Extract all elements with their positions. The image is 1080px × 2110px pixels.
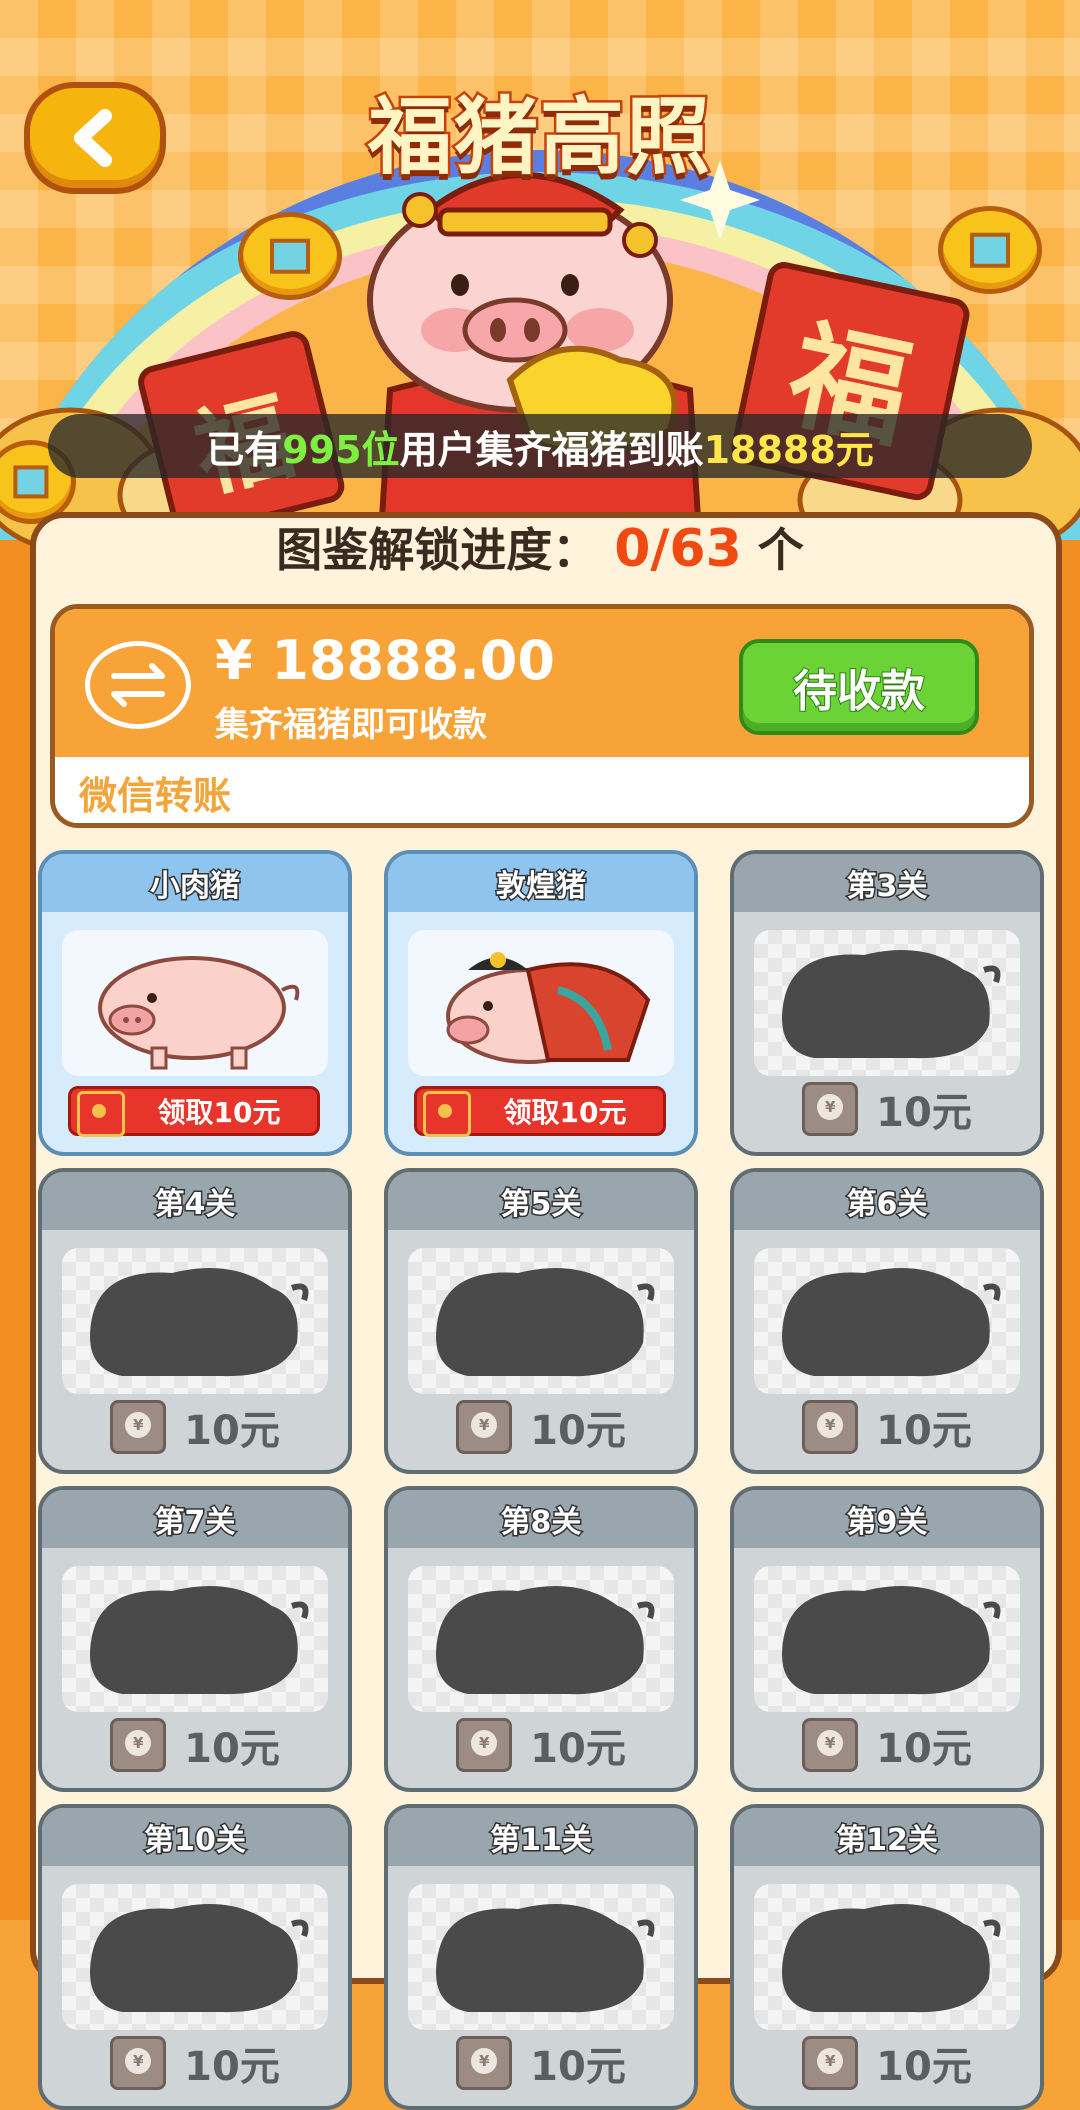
pig-card[interactable]: 第10关 10元 <box>38 1804 352 2110</box>
red-packet-icon <box>456 1718 513 1772</box>
chevron-left-icon <box>74 109 112 167</box>
claim-label: 领取10元 <box>157 1096 281 1129</box>
reward-amount: 10元 <box>876 1408 972 1454</box>
card-title: 第7关 <box>42 1490 348 1548</box>
red-packet-icon <box>456 2036 513 2090</box>
card-title: 第9关 <box>734 1490 1040 1548</box>
red-packet-icon <box>802 1718 859 1772</box>
pig-card[interactable]: 第7关 10元 <box>38 1486 352 1792</box>
ticker-prefix: 已有 <box>206 427 283 472</box>
pig-card[interactable]: 第12关 10元 <box>730 1804 1044 2110</box>
pig-silhouette <box>408 1884 674 2030</box>
progress-unit: 个 <box>757 523 804 577</box>
claim-reward-button[interactable]: 领取10元 <box>68 1086 320 1137</box>
card-reward: 10元 <box>42 1716 348 1774</box>
pig-image <box>62 930 328 1076</box>
pig-card[interactable]: 第11关 10元 <box>384 1804 698 2110</box>
reward-amount: 10元 <box>184 1408 280 1454</box>
card-title: 第12关 <box>734 1808 1040 1866</box>
pig-card[interactable]: 第6关 10元 <box>730 1168 1044 1474</box>
card-title: 第11关 <box>388 1808 694 1866</box>
page-title: 福猪高照 <box>365 86 712 189</box>
pig-silhouette <box>62 1248 328 1394</box>
card-title: 第5关 <box>388 1172 694 1230</box>
card-title: 第4关 <box>42 1172 348 1230</box>
ticker-count: 995位 <box>282 427 400 472</box>
pig-silhouette <box>754 1248 1020 1394</box>
transfer-icon <box>85 641 191 729</box>
card-title: 第6关 <box>734 1172 1040 1230</box>
red-packet-icon <box>110 2036 167 2090</box>
pig-card[interactable]: 第9关 10元 <box>730 1486 1044 1792</box>
card-reward: 10元 <box>388 1716 694 1774</box>
pig-silhouette <box>62 1884 328 2030</box>
red-packet-icon <box>802 1400 859 1454</box>
claim-reward-button[interactable]: 领取10元 <box>414 1086 666 1137</box>
pig-silhouette <box>754 1566 1020 1712</box>
announcement-ticker: 已有 995位 用户集齐福猪到账 18888元 <box>48 414 1032 478</box>
pig-card[interactable]: 第3关 10元 <box>730 850 1044 1156</box>
card-reward: 10元 <box>734 1398 1040 1456</box>
coin-decoration <box>938 206 1042 294</box>
claim-label: 领取10元 <box>503 1096 627 1129</box>
card-reward: 10元 <box>734 1080 1040 1138</box>
transfer-top: ¥ 18888.00 集齐福猪即可收款 待收款 <box>55 609 1029 757</box>
red-packet-icon <box>110 1400 167 1454</box>
pig-image <box>408 930 674 1076</box>
ticker-amount: 18888元 <box>703 427 874 472</box>
pig-card[interactable]: 第5关 10元 <box>384 1168 698 1474</box>
red-packet-icon <box>802 2036 859 2090</box>
reward-amount: 10元 <box>876 1726 972 1772</box>
red-packet-icon <box>110 1718 167 1772</box>
reward-amount: 10元 <box>876 1090 972 1136</box>
wechat-transfer-label: 微信转账 <box>79 774 232 818</box>
pig-silhouette <box>408 1566 674 1712</box>
pig-card[interactable]: 第4关 10元 <box>38 1168 352 1474</box>
reward-amount: 10元 <box>530 1408 626 1454</box>
pig-silhouette <box>408 1248 674 1394</box>
card-title: 敦煌猪 <box>388 854 694 912</box>
card-title: 第10关 <box>42 1808 348 1866</box>
reward-amount: 10元 <box>184 2044 280 2090</box>
pig-card[interactable]: 敦煌猪领取10元 <box>384 850 698 1156</box>
unlock-progress: 图鉴解锁进度： 0/63 个 <box>0 514 1080 585</box>
card-reward: 10元 <box>388 2034 694 2092</box>
wechat-transfer-card: ¥ 18888.00 集齐福猪即可收款 待收款 微信转账 <box>50 604 1034 828</box>
transfer-footer: 微信转账 <box>55 757 1029 823</box>
ticker-middle: 用户集齐福猪到账 <box>399 427 704 472</box>
red-packet-icon <box>423 1091 471 1137</box>
red-packet-icon <box>802 1082 859 1136</box>
card-reward: 10元 <box>734 1716 1040 1774</box>
pig-silhouette <box>754 930 1020 1076</box>
pending-collect-button[interactable]: 待收款 <box>739 639 979 735</box>
transfer-amount: ¥ 18888.00 <box>215 629 555 692</box>
card-reward: 10元 <box>388 1398 694 1456</box>
red-packet-icon <box>77 1091 125 1137</box>
pig-card[interactable]: 小肉猪领取10元 <box>38 850 352 1156</box>
pig-hero-illustration: 福 福 <box>0 160 1080 550</box>
transfer-subtitle: 集齐福猪即可收款 <box>215 705 487 745</box>
back-button[interactable] <box>24 82 166 194</box>
pig-silhouette <box>62 1566 328 1712</box>
card-reward: 10元 <box>42 1398 348 1456</box>
reward-amount: 10元 <box>530 2044 626 2090</box>
reward-amount: 10元 <box>184 1726 280 1772</box>
coin-decoration <box>238 212 342 300</box>
reward-amount: 10元 <box>876 2044 972 2090</box>
card-reward: 10元 <box>734 2034 1040 2092</box>
card-title: 第3关 <box>734 854 1040 912</box>
progress-label: 图鉴解锁进度： <box>276 523 599 577</box>
pig-card[interactable]: 第8关 10元 <box>384 1486 698 1792</box>
red-packet-icon <box>456 1400 513 1454</box>
card-reward: 10元 <box>42 2034 348 2092</box>
reward-amount: 10元 <box>530 1726 626 1772</box>
card-title: 小肉猪 <box>42 854 348 912</box>
progress-value: 0/63 <box>614 519 742 579</box>
pig-silhouette <box>754 1884 1020 2030</box>
card-title: 第8关 <box>388 1490 694 1548</box>
